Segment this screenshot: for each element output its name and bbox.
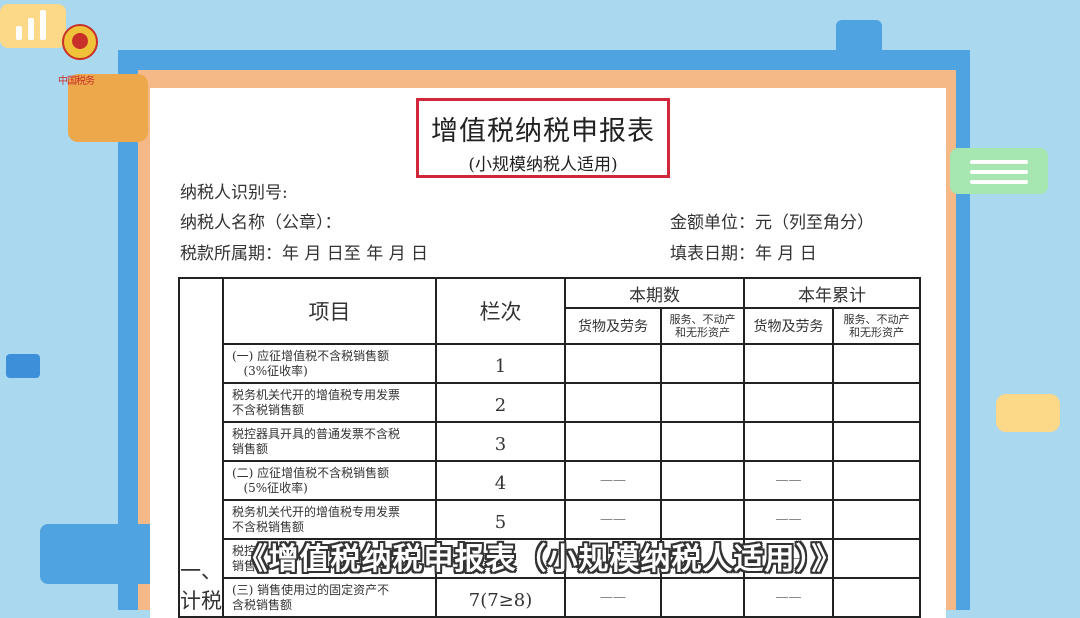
taxpayer-name-label: 纳税人名称（公章）： [180,213,342,233]
cell-goods-ytd[interactable] [743,382,834,423]
cell-services-current[interactable] [660,460,745,501]
amount-unit-label: 金额单位：元（列至角分） [670,213,874,233]
cell-services-ytd[interactable] [832,421,921,462]
cell-goods-ytd[interactable] [743,421,834,462]
row-line-number: 3 [435,421,566,462]
row-item: 税控器具开具的普通发票不含税 销售额 [222,421,437,462]
chart-icon-tile [0,4,66,48]
row-item: (一) 应征增值税不含税销售额 (3%征收率) [222,343,437,384]
tax-emblem-icon [58,24,104,70]
row-line-number: 1 [435,343,566,384]
row-item: 税务机关代开的增值税专用发票 不含税销售额 [222,382,437,423]
form-title: 增值税纳税申报表 [431,116,655,147]
cell-goods-ytd[interactable]: —— [743,577,834,618]
row-line-number: 4 [435,460,566,501]
header-item: 项目 [222,277,437,345]
row-item: (三) 销售使用过的固定资产不 含税销售额 [222,577,437,618]
table-row: (一) 应征增值税不含税销售额 (3%征收率) 1 [179,343,921,384]
tax-period-label: 税款所属期：年 月 日至 年 月 日 [180,244,429,264]
org-logo-text: 中国税务 [58,76,95,87]
cell-services-current[interactable] [660,343,745,384]
cell-goods-current[interactable]: —— [564,577,662,618]
cell-services-ytd[interactable] [832,460,921,501]
taxpayer-id-label: 纳税人识别号: [180,183,288,203]
decorative-block [996,394,1060,432]
cell-services-ytd[interactable] [832,343,921,384]
cell-goods-ytd[interactable] [743,343,834,384]
table-row: 税务机关代开的增值税专用发票 不含税销售额 2 [179,382,921,423]
header-goods-services-ytd: 货物及劳务 [743,307,834,345]
header-services-assets-ytd: 服务、不动产 和无形资产 [832,307,921,345]
cell-services-ytd[interactable] [832,577,921,618]
cell-goods-ytd[interactable]: —— [743,460,834,501]
row-line-number: 7(7≥8) [435,577,566,618]
table-row: (三) 销售使用过的固定资产不 含税销售额 7(7≥8) —— —— [179,577,921,618]
video-caption: 《增值税纳税申报表（小规模纳税人适用）》 [237,542,843,577]
cell-goods-current[interactable] [564,343,662,384]
cell-services-current[interactable] [660,382,745,423]
header-line-number: 栏次 [435,277,566,345]
header-current-period: 本期数 [564,277,745,309]
cell-services-current[interactable] [660,577,745,618]
form-title-box: 增值税纳税申报表 (小规模纳税人适用) [416,98,670,178]
cell-goods-current[interactable]: —— [564,460,662,501]
cell-services-ytd[interactable] [832,382,921,423]
table-row: 税控器具开具的普通发票不含税 销售额 3 [179,421,921,462]
header-year-to-date: 本年累计 [743,277,921,309]
header-goods-services: 货物及劳务 [564,307,662,345]
fill-date-label: 填表日期：年 月 日 [670,244,817,264]
cell-goods-current[interactable] [564,382,662,423]
decorative-block [6,354,40,378]
row-line-number: 2 [435,382,566,423]
decorative-card [950,148,1048,194]
cell-goods-current[interactable] [564,421,662,462]
form-subtitle: (小规模纳税人适用) [468,155,618,175]
row-item: (二) 应征增值税不含税销售额 (5%征收率) [222,460,437,501]
table-row: (二) 应征增值税不含税销售额 (5%征收率) 4 —— —— [179,460,921,501]
header-services-assets: 服务、不动产 和无形资产 [660,307,745,345]
cell-services-current[interactable] [660,421,745,462]
